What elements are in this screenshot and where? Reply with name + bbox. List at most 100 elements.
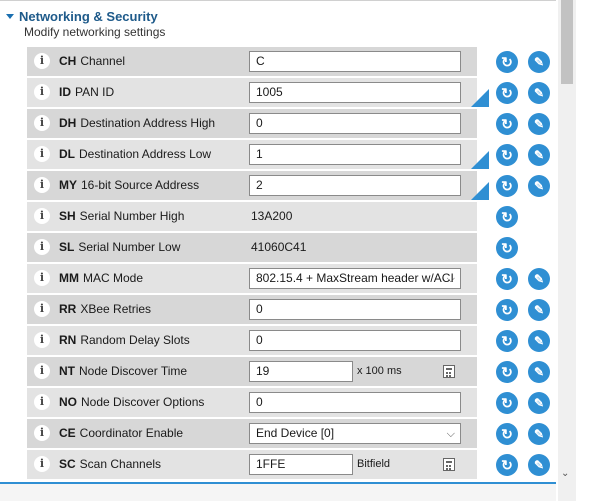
calculator-icon[interactable] <box>443 458 455 471</box>
setting-input[interactable]: 0 <box>249 392 461 413</box>
info-icon[interactable]: i <box>34 146 50 162</box>
setting-name: Destination Address Low <box>79 147 212 161</box>
write-button-my[interactable]: ✎ <box>528 175 550 197</box>
setting-name: 16-bit Source Address <box>81 178 200 192</box>
write-button-dh[interactable]: ✎ <box>528 113 550 135</box>
write-button-ce[interactable]: ✎ <box>528 423 550 445</box>
read-button-ch[interactable]: ↻ <box>496 51 518 73</box>
read-button-rn[interactable]: ↻ <box>496 330 518 352</box>
info-icon[interactable]: i <box>34 177 50 193</box>
info-icon[interactable]: i <box>34 363 50 379</box>
write-button-dl[interactable]: ✎ <box>528 144 550 166</box>
setting-code: ID <box>59 85 71 99</box>
setting-row-id: i ID PAN ID 1005 <box>27 78 489 107</box>
field-value: 1 <box>256 147 263 161</box>
setting-label: MM MAC Mode <box>59 271 143 285</box>
setting-input[interactable]: C <box>249 51 461 72</box>
setting-input[interactable]: 2 <box>249 175 461 196</box>
info-icon[interactable]: i <box>34 456 50 472</box>
field-value: 0 <box>256 116 263 130</box>
info-icon[interactable]: i <box>34 332 50 348</box>
setting-select[interactable]: End Device [0] ⌵ <box>249 423 461 444</box>
setting-name: Destination Address High <box>80 116 216 130</box>
info-icon[interactable]: i <box>34 301 50 317</box>
chevron-down-icon[interactable]: ⌵ <box>447 270 455 288</box>
read-button-no[interactable]: ↻ <box>496 392 518 414</box>
write-button-rn[interactable]: ✎ <box>528 330 550 352</box>
setting-row-dl: i DL Destination Address Low 1 <box>27 140 489 169</box>
setting-row-mm: i MM MAC Mode 802.15.4 + MaxStream header w… <box>27 264 477 293</box>
vertical-scrollbar[interactable]: ⌄ <box>558 0 576 501</box>
calculator-icon[interactable] <box>443 365 455 378</box>
setting-name: Channel <box>80 54 126 68</box>
write-button-id[interactable]: ✎ <box>528 82 550 104</box>
read-button-dh[interactable]: ↻ <box>496 113 518 135</box>
collapse-triangle-icon[interactable] <box>6 13 14 19</box>
setting-code: DH <box>59 116 77 130</box>
read-button-sc[interactable]: ↻ <box>496 454 518 476</box>
field-value: 0 <box>256 302 263 316</box>
field-value: 1005 <box>256 85 283 99</box>
setting-label: SH Serial Number High <box>59 209 184 223</box>
section-header[interactable]: Networking & Security <box>6 9 158 24</box>
setting-label: DH Destination Address High <box>59 116 215 130</box>
setting-row-dh: i DH Destination Address High 0 <box>27 109 477 138</box>
setting-name: Serial Number Low <box>78 240 181 254</box>
setting-input[interactable]: 19 <box>249 361 353 382</box>
write-button-no[interactable]: ✎ <box>528 392 550 414</box>
chevron-down-icon[interactable]: ⌵ <box>447 425 455 443</box>
setting-input[interactable]: 0 <box>249 299 461 320</box>
info-icon[interactable]: i <box>34 115 50 131</box>
info-icon[interactable]: i <box>34 394 50 410</box>
setting-code: MM <box>59 271 79 285</box>
setting-input[interactable]: 1005 <box>249 82 461 103</box>
setting-row-rn: i RN Random Delay Slots 0 <box>27 326 477 355</box>
setting-code: NO <box>59 395 77 409</box>
read-button-dl[interactable]: ↻ <box>496 144 518 166</box>
setting-input[interactable]: 1FFE <box>249 454 353 475</box>
field-value: 0 <box>256 333 263 347</box>
write-button-mm[interactable]: ✎ <box>528 268 550 290</box>
info-icon[interactable]: i <box>34 84 50 100</box>
read-button-mm[interactable]: ↻ <box>496 268 518 290</box>
setting-row-ch: i CH Channel C <box>27 47 477 76</box>
write-button-ch[interactable]: ✎ <box>528 51 550 73</box>
info-icon[interactable]: i <box>34 208 50 224</box>
write-button-rr[interactable]: ✎ <box>528 299 550 321</box>
setting-input[interactable]: 1 <box>249 144 461 165</box>
section-subtitle: Modify networking settings <box>24 25 166 39</box>
setting-label: ID PAN ID <box>59 85 114 99</box>
setting-label: SC Scan Channels <box>59 457 161 471</box>
setting-name: Random Delay Slots <box>80 333 190 347</box>
setting-label: CE Coordinator Enable <box>59 426 183 440</box>
setting-input[interactable]: 0 <box>249 113 461 134</box>
read-button-nt[interactable]: ↻ <box>496 361 518 383</box>
read-button-my[interactable]: ↻ <box>496 175 518 197</box>
setting-input[interactable]: 0 <box>249 330 461 351</box>
read-button-sl[interactable]: ↻ <box>496 237 518 259</box>
info-icon[interactable]: i <box>34 239 50 255</box>
read-button-sh[interactable]: ↻ <box>496 206 518 228</box>
field-value: 0 <box>256 395 263 409</box>
setting-label: MY 16-bit Source Address <box>59 178 199 192</box>
info-icon[interactable]: i <box>34 53 50 69</box>
scroll-down-icon[interactable]: ⌄ <box>561 468 569 479</box>
read-button-id[interactable]: ↻ <box>496 82 518 104</box>
setting-name: PAN ID <box>75 85 115 99</box>
bottom-strip <box>0 484 556 501</box>
setting-select[interactable]: 802.15.4 + MaxStream header w/ACI ⌵ <box>249 268 461 289</box>
write-button-nt[interactable]: ✎ <box>528 361 550 383</box>
info-icon[interactable]: i <box>34 425 50 441</box>
setting-code: CH <box>59 54 77 68</box>
modified-indicator <box>471 151 489 169</box>
setting-label: RR XBee Retries <box>59 302 151 316</box>
read-button-ce[interactable]: ↻ <box>496 423 518 445</box>
setting-name: Node Discover Time <box>79 364 188 378</box>
write-button-sc[interactable]: ✎ <box>528 454 550 476</box>
setting-row-rr: i RR XBee Retries 0 <box>27 295 477 324</box>
scrollbar-thumb[interactable] <box>561 0 573 84</box>
setting-name: Serial Number High <box>79 209 185 223</box>
read-button-rr[interactable]: ↻ <box>496 299 518 321</box>
setting-code: CE <box>59 426 76 440</box>
info-icon[interactable]: i <box>34 270 50 286</box>
